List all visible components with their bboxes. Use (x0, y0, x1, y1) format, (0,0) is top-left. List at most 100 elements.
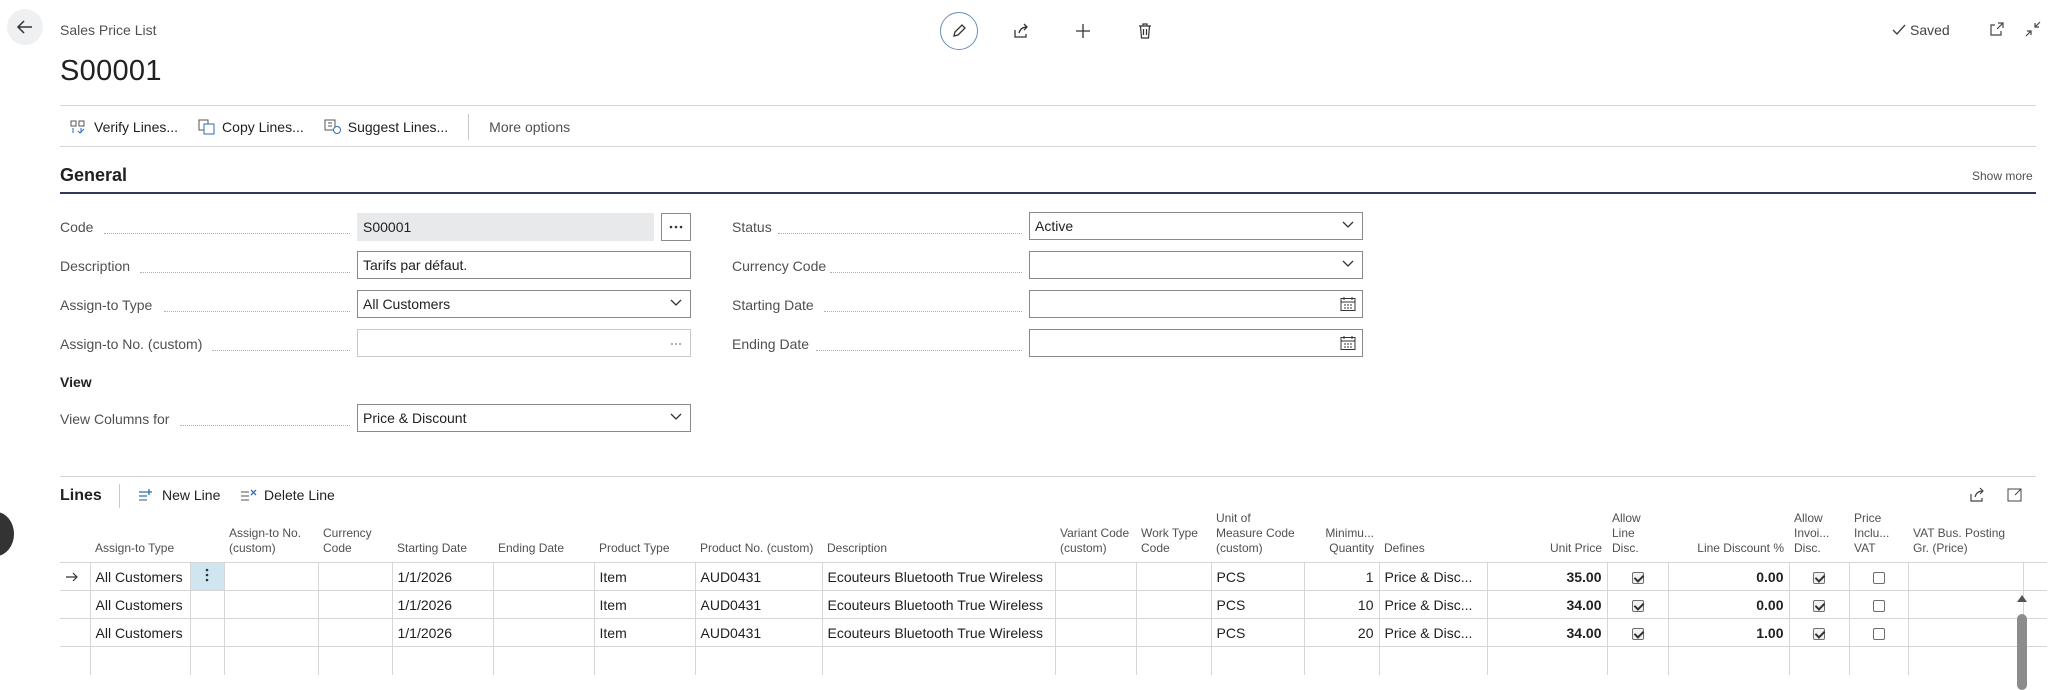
share-button[interactable] (1002, 12, 1040, 50)
row-selector[interactable] (60, 618, 90, 647)
cell-empty[interactable] (1788, 646, 1849, 675)
cell-empty[interactable] (189, 646, 224, 675)
column-header-line-discount[interactable]: Line Discount % (1668, 511, 1789, 563)
status-select[interactable]: Active (1029, 212, 1363, 240)
column-header-work-type-code[interactable]: Work Type Code (1136, 511, 1211, 563)
copy-lines-button[interactable]: Copy Lines... (188, 110, 314, 144)
cell-product-no[interactable]: AUD0431 (694, 590, 822, 619)
cell-empty[interactable] (1486, 646, 1607, 675)
row-selector[interactable] (60, 646, 90, 675)
view-columns-for-select[interactable]: Price & Discount (357, 404, 691, 432)
table-row[interactable]: All Customers 1/1/2026 Item AUD0431 Ecou… (60, 562, 2047, 591)
row-actions-cell[interactable] (189, 590, 224, 619)
cell-allow-invoice-disc[interactable] (1788, 562, 1849, 591)
assign-to-type-select[interactable]: All Customers (357, 290, 691, 318)
cell-line-discount[interactable]: 1.00 (1667, 618, 1789, 647)
cell-ending-date[interactable] (492, 618, 594, 647)
lines-section-title[interactable]: Lines (60, 487, 102, 505)
cell-empty[interactable] (1606, 646, 1668, 675)
column-header-minimum-quantity[interactable]: Minimu... Quantity (1304, 511, 1379, 563)
cell-minimum-quantity[interactable]: 1 (1303, 562, 1379, 591)
column-header-assign-to-type[interactable]: Assign-to Type (90, 511, 190, 563)
price-incl-vat-checkbox[interactable] (1872, 599, 1885, 612)
edit-button[interactable] (940, 12, 978, 50)
cell-unit-of-measure[interactable]: PCS (1210, 590, 1304, 619)
column-header-defines[interactable]: Defines (1379, 511, 1487, 563)
lines-expand-button[interactable] (2006, 486, 2024, 509)
cell-empty[interactable] (1135, 646, 1211, 675)
column-header-assign-to-no[interactable]: Assign-to No. (custom) (224, 511, 318, 563)
cell-product-type[interactable]: Item (593, 590, 695, 619)
assign-to-no-field[interactable] (357, 329, 691, 357)
cell-unit-price[interactable]: 34.00 (1486, 618, 1607, 647)
cell-ending-date[interactable] (492, 562, 594, 591)
cell-empty[interactable] (1303, 646, 1379, 675)
currency-code-select[interactable] (1029, 251, 1363, 279)
cell-line-discount[interactable]: 0.00 (1667, 590, 1789, 619)
allow-invoice-disc-checkbox[interactable] (1813, 599, 1825, 612)
cell-description[interactable]: Ecouteurs Bluetooth True Wireless (821, 618, 1055, 647)
scrollbar-thumb[interactable] (2017, 614, 2027, 690)
cell-empty[interactable] (1378, 646, 1487, 675)
delete-button[interactable] (1126, 12, 1164, 50)
cell-currency-code[interactable] (317, 590, 392, 619)
cell-empty[interactable] (1848, 646, 1908, 675)
side-panel-toggle[interactable] (0, 512, 14, 556)
column-header-unit-of-measure[interactable]: Unit of Measure Code (custom) (1211, 511, 1304, 563)
column-header-unit-price[interactable]: Unit Price (1487, 511, 1607, 563)
cell-unit-of-measure[interactable]: PCS (1210, 618, 1304, 647)
cell-ending-date[interactable] (492, 590, 594, 619)
allow-invoice-disc-checkbox[interactable] (1813, 571, 1825, 584)
cell-empty[interactable] (1907, 646, 2023, 675)
cell-product-type[interactable]: Item (593, 618, 695, 647)
column-header-allow-line-disc[interactable]: Allow Line Disc. (1607, 511, 1668, 563)
cell-description[interactable]: Ecouteurs Bluetooth True Wireless (821, 562, 1055, 591)
show-more-link[interactable]: Show more (1972, 169, 2033, 183)
price-incl-vat-checkbox[interactable] (1872, 571, 1885, 584)
verify-lines-button[interactable]: Verify Lines... (60, 110, 188, 144)
cell-allow-invoice-disc[interactable] (1788, 590, 1849, 619)
cell-defines[interactable]: Price & Disc... (1378, 618, 1487, 647)
cell-line-discount[interactable]: 0.00 (1667, 562, 1789, 591)
cell-unit-of-measure[interactable]: PCS (1210, 562, 1304, 591)
cell-assign-to-type[interactable]: All Customers (89, 618, 190, 647)
allow-line-disc-checkbox[interactable] (1631, 627, 1644, 640)
allow-invoice-disc-checkbox[interactable] (1813, 627, 1825, 640)
cell-starting-date[interactable]: 1/1/2026 (391, 590, 493, 619)
open-new-window-button[interactable] (1988, 20, 2006, 38)
column-header-currency-code[interactable]: Currency Code (318, 511, 392, 563)
cell-empty[interactable] (391, 646, 493, 675)
column-header-product-no[interactable]: Product No. (custom) (695, 511, 822, 563)
starting-date-field[interactable] (1029, 290, 1363, 318)
cell-empty[interactable] (593, 646, 695, 675)
cell-currency-code[interactable] (317, 562, 392, 591)
cell-empty[interactable] (1054, 646, 1136, 675)
cell-defines[interactable]: Price & Disc... (1378, 562, 1487, 591)
column-header-description[interactable]: Description (822, 511, 1055, 563)
calendar-icon[interactable] (1340, 296, 1356, 312)
row-actions-button[interactable] (189, 562, 224, 591)
row-selected-indicator[interactable] (60, 562, 90, 591)
cell-description[interactable]: Ecouteurs Bluetooth True Wireless (821, 590, 1055, 619)
cell-product-no[interactable]: AUD0431 (694, 562, 822, 591)
cell-price-incl-vat[interactable] (1848, 590, 1908, 619)
cell-unit-price[interactable]: 35.00 (1486, 562, 1607, 591)
suggest-lines-button[interactable]: Suggest Lines... (314, 110, 458, 144)
cell-empty[interactable] (1667, 646, 1789, 675)
table-row[interactable]: All Customers 1/1/2026 Item AUD0431 Ecou… (60, 590, 2047, 619)
cell-allow-invoice-disc[interactable] (1788, 618, 1849, 647)
code-lookup-button[interactable] (661, 213, 691, 241)
cell-vat-bus-posting[interactable] (1907, 562, 2023, 591)
column-header-ending-date[interactable]: Ending Date (493, 511, 594, 563)
lines-scrollbar[interactable] (2014, 592, 2030, 690)
column-header-vat-bus-posting[interactable]: VAT Bus. Posting Gr. (Price) (1908, 511, 2023, 563)
cell-assign-to-no[interactable] (223, 562, 318, 591)
cell-empty[interactable] (223, 646, 318, 675)
cell-empty[interactable] (694, 646, 822, 675)
cell-allow-line-disc[interactable] (1606, 590, 1668, 619)
cell-vat-bus-posting[interactable] (1907, 618, 2023, 647)
column-header-price-incl-vat[interactable]: Price Inclu... VAT (1849, 511, 1908, 563)
cell-allow-line-disc[interactable] (1606, 562, 1668, 591)
new-line-button[interactable]: New Line (138, 487, 220, 503)
column-header-variant-code[interactable]: Variant Code (custom) (1055, 511, 1136, 563)
